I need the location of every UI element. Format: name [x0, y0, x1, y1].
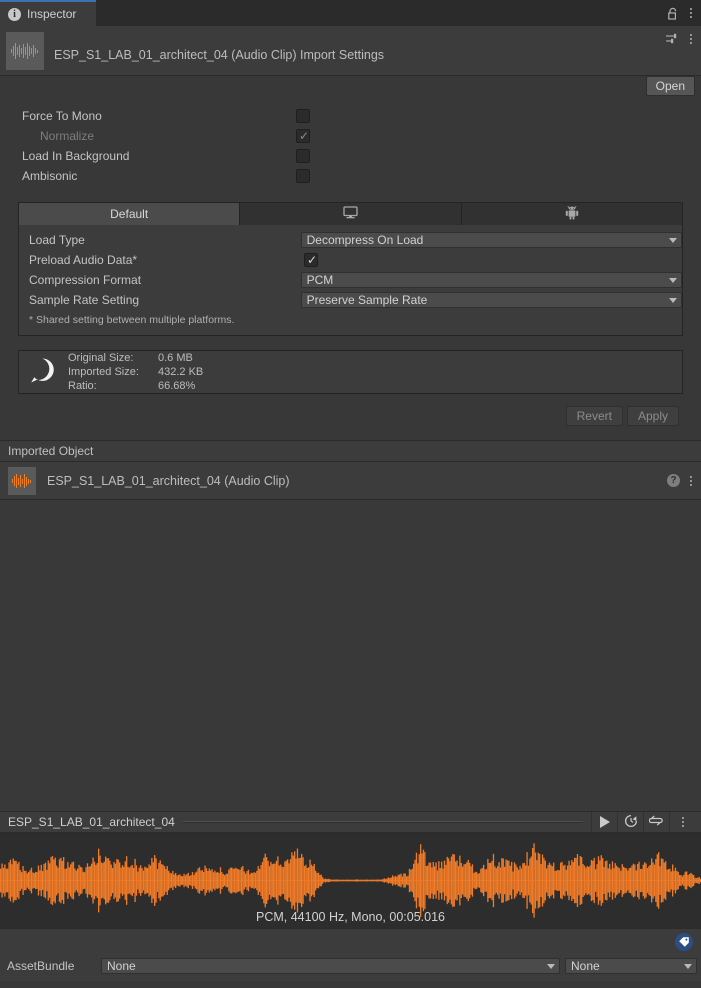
ratio-label: Ratio:	[68, 380, 97, 392]
apply-button[interactable]: Apply	[626, 406, 679, 426]
original-size-value: 0.6 MB	[158, 352, 193, 364]
property-row-load-in-background: Load In Background	[0, 146, 701, 166]
property-label: Preload Audio Data*	[29, 253, 138, 267]
preload-audio-data-checkbox[interactable]: ✓	[304, 253, 318, 267]
tab-default[interactable]: Default	[19, 203, 241, 225]
property-label: Load Type	[29, 233, 85, 247]
property-row-force-to-mono: Force To Mono	[0, 106, 701, 126]
open-button[interactable]: Open	[645, 76, 695, 96]
imported-object-title: Imported Object	[8, 444, 94, 458]
chevron-down-icon	[669, 277, 677, 283]
standalone-desktop-icon	[343, 206, 358, 222]
property-label: Ambisonic	[22, 169, 78, 183]
audio-waveform-thumbnail	[8, 466, 36, 495]
imported-size-label: Imported Size:	[68, 366, 139, 378]
normalize-checkbox: ✓	[296, 129, 310, 143]
sample-rate-setting-dropdown[interactable]: Preserve Sample Rate	[300, 292, 682, 308]
load-in-background-checkbox[interactable]	[296, 149, 310, 163]
sample-rate-setting-value: Preserve Sample Rate	[306, 293, 428, 307]
tab-inspector[interactable]: i Inspector	[0, 0, 96, 26]
ambisonic-checkbox[interactable]	[296, 169, 310, 183]
property-row-preload-audio-data: Preload Audio Data* ✓	[19, 250, 682, 270]
property-row-normalize: Normalize ✓	[0, 126, 701, 146]
load-type-dropdown[interactable]: Decompress On Load	[300, 232, 682, 248]
kebab-menu-icon	[681, 817, 685, 827]
property-row-ambisonic: Ambisonic	[0, 166, 701, 186]
chevron-down-icon	[669, 237, 677, 243]
chevron-down-icon	[547, 963, 555, 969]
lock-open-icon[interactable]	[668, 7, 679, 20]
window-tabbar: i Inspector	[0, 0, 701, 26]
assetbundle-name-value: None	[107, 959, 136, 973]
inspector-window: i Inspector ESP_S1_LAB_01_architect_04 (…	[0, 0, 701, 988]
assetbundle-variant-value: None	[571, 959, 600, 973]
property-label: Normalize	[40, 129, 95, 143]
imported-object-name: ESP_S1_LAB_01_architect_04 (Audio Clip)	[47, 473, 290, 488]
check-icon: ✓	[298, 129, 310, 143]
load-type-value: Decompress On Load	[306, 233, 424, 247]
kebab-menu-icon[interactable]	[689, 33, 693, 44]
tab-android[interactable]	[461, 203, 682, 225]
compression-format-dropdown[interactable]: PCM	[300, 272, 682, 288]
audio-waveform[interactable]: PCM, 44100 Hz, Mono, 00:05.016	[0, 833, 701, 928]
replay-button[interactable]	[617, 812, 643, 832]
force-to-mono-checkbox[interactable]	[296, 109, 310, 123]
shared-setting-note: * Shared setting between multiple platfo…	[29, 314, 235, 326]
help-icon[interactable]: ?	[667, 474, 680, 487]
audio-menu-button[interactable]	[669, 812, 695, 832]
chevron-down-icon	[669, 297, 677, 303]
import-settings-header: ESP_S1_LAB_01_architect_04 (Audio Clip) …	[0, 26, 701, 96]
play-button[interactable]	[591, 812, 617, 832]
play-icon	[599, 816, 610, 828]
property-label: Compression Format	[29, 273, 142, 287]
ratio-value: 66.68%	[158, 380, 196, 392]
assetbundle-variant-dropdown[interactable]: None	[565, 958, 697, 974]
audio-preview-header: ESP_S1_LAB_01_architect_04	[0, 811, 701, 833]
property-row-compression-format: Compression Format PCM	[19, 270, 682, 290]
import-size-grid: Original Size: 0.6 MB Imported Size: 432…	[68, 352, 203, 392]
assetbundle-label: AssetBundle	[7, 959, 75, 973]
compression-format-value: PCM	[306, 273, 334, 287]
revert-button[interactable]: Revert	[565, 406, 623, 426]
asset-label-tag-icon[interactable]	[675, 933, 693, 951]
info-icon: i	[8, 7, 21, 21]
audio-format-caption: PCM, 44100 Hz, Mono, 00:05.016	[255, 910, 445, 924]
tab-standalone[interactable]	[240, 203, 462, 225]
property-row-sample-rate-setting: Sample Rate Setting Preserve Sample Rate	[19, 290, 682, 310]
audio-waveform-thumbnail	[6, 32, 44, 70]
android-robot-icon	[565, 205, 579, 223]
preview-canvas	[0, 500, 701, 811]
chevron-down-icon	[684, 963, 692, 969]
loop-button[interactable]	[643, 812, 669, 832]
imported-object-section-header: Imported Object	[0, 440, 701, 462]
property-label: Force To Mono	[22, 109, 102, 123]
kebab-menu-icon[interactable]	[689, 475, 693, 486]
property-row-load-type: Load Type Decompress On Load	[19, 230, 682, 250]
imported-object-row: ESP_S1_LAB_01_architect_04 (Audio Clip) …	[0, 462, 701, 500]
import-size-info-box: Original Size: 0.6 MB Imported Size: 432…	[18, 350, 683, 394]
kebab-menu-icon[interactable]	[689, 8, 693, 18]
tab-default-label: Default	[110, 207, 149, 221]
property-label: Load In Background	[22, 149, 130, 163]
replay-clock-icon	[624, 814, 638, 831]
preset-settings-icon[interactable]	[666, 32, 679, 45]
original-size-label: Original Size:	[68, 352, 134, 364]
loop-repeat-icon	[648, 814, 664, 830]
assetbundle-section: AssetBundle None None	[0, 928, 701, 981]
audio-clip-name: ESP_S1_LAB_01_architect_04	[8, 815, 175, 829]
assetbundle-name-dropdown[interactable]: None	[101, 958, 560, 974]
divider	[182, 821, 583, 823]
platform-settings-box: Default Load Type Decompress On Load Pre…	[18, 202, 683, 336]
check-icon: ✓	[306, 253, 318, 267]
import-actions: Revert Apply	[0, 406, 679, 426]
imported-size-value: 432.2 KB	[158, 366, 204, 378]
info-bubble-icon	[29, 357, 56, 387]
platform-tabs: Default	[19, 203, 682, 225]
property-label: Sample Rate Setting	[29, 293, 140, 307]
tab-inspector-label: Inspector	[27, 7, 77, 21]
page-title: ESP_S1_LAB_01_architect_04 (Audio Clip) …	[54, 48, 385, 62]
